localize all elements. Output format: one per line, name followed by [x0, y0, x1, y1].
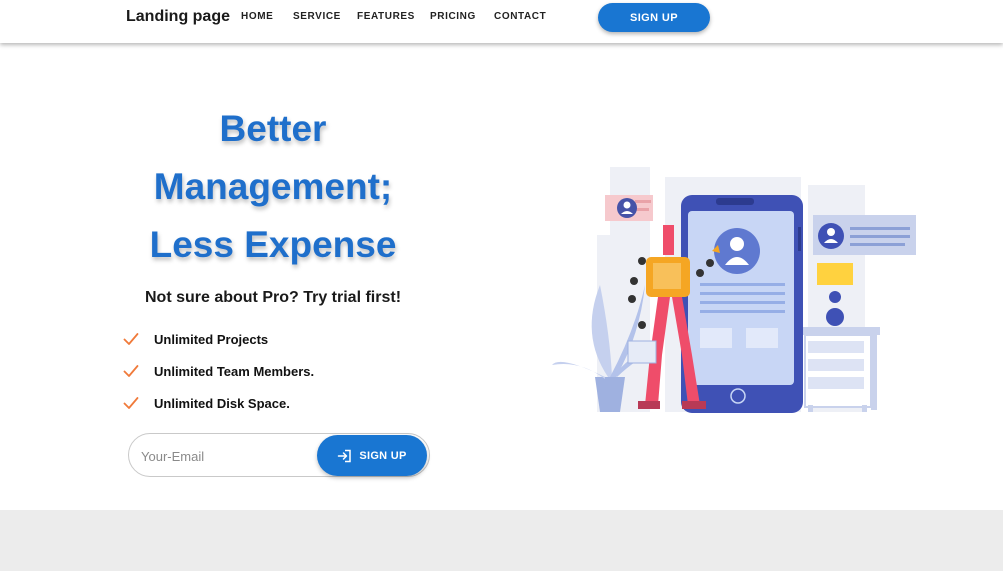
hero-title-line-3: Less Expense	[149, 224, 397, 265]
nav-link-contact[interactable]: CONTACT	[494, 11, 546, 22]
nav-link-service[interactable]: SERVICE	[293, 11, 341, 22]
hero-signup-button[interactable]: SIGN UP	[317, 435, 427, 476]
footer-section	[0, 510, 1003, 571]
top-navbar: Landing page HOME SERVICE FEATURES PRICI…	[0, 0, 1003, 43]
feature-label: Unlimited Team Members.	[154, 363, 315, 379]
nav-link-features[interactable]: FEATURES	[357, 11, 415, 22]
feature-label: Unlimited Disk Space.	[154, 395, 290, 411]
nav-signup-button[interactable]: SIGN UP	[598, 3, 710, 32]
check-icon	[123, 397, 139, 409]
hero-title: Better Management; Less Expense	[118, 100, 428, 274]
brand-title[interactable]: Landing page	[126, 8, 230, 26]
hero-illustration	[552, 167, 916, 413]
hero-title-line-2: Management;	[153, 166, 393, 207]
feature-item-team: Unlimited Team Members.	[123, 361, 314, 381]
feature-item-projects: Unlimited Projects	[123, 329, 268, 349]
hero-title-line-1: Better	[219, 108, 327, 149]
check-icon	[123, 333, 139, 345]
hero-subtitle: Not sure about Pro? Try trial first!	[144, 289, 402, 306]
nav-link-home[interactable]: HOME	[241, 11, 273, 22]
login-arrow-icon	[338, 449, 352, 462]
feature-item-disk: Unlimited Disk Space.	[123, 393, 290, 413]
email-signup-form: SIGN UP	[128, 433, 430, 477]
feature-label: Unlimited Projects	[154, 331, 269, 347]
hero-signup-label: SIGN UP	[359, 449, 407, 462]
check-icon	[123, 365, 139, 377]
nav-link-pricing[interactable]: PRICING	[430, 11, 476, 22]
email-input[interactable]	[139, 443, 313, 469]
